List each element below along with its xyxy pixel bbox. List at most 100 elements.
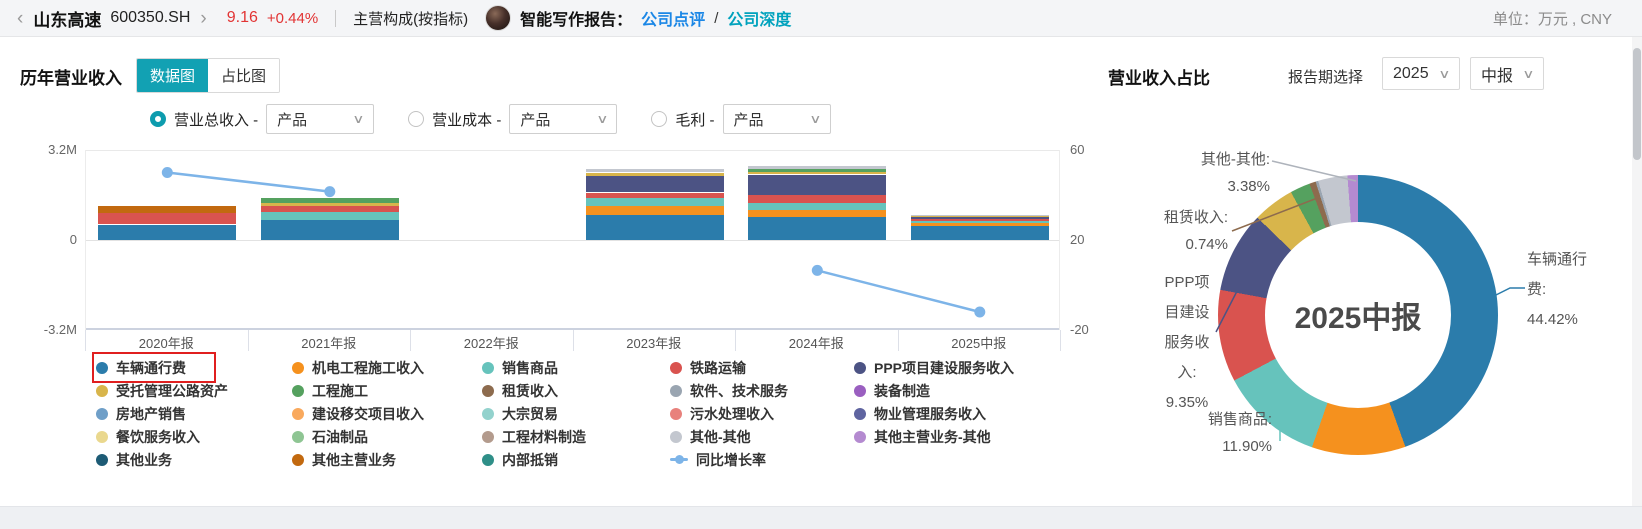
legend-item-机电工程施工收入[interactable]: 机电工程施工收入 (292, 356, 482, 379)
callout-goods-sales: 销售商品: 11.90% (1162, 406, 1272, 460)
period-select[interactable]: 中报 ∨ (1470, 57, 1544, 90)
legend-label: 租赁收入 (502, 382, 558, 399)
legend-label: 物业管理服务收入 (874, 405, 986, 422)
legend-item-污水处理收入[interactable]: 污水处理收入 (670, 402, 854, 425)
radio-total-revenue[interactable] (150, 111, 166, 127)
right-panel-title: 营业收入占比 (1108, 69, 1210, 88)
x-axis-tick (897, 330, 899, 351)
callout-rental-income: 租赁收入: 0.74% (1132, 204, 1228, 258)
top-bar: ‹ 山东高速 600350.SH › 9.16 +0.44% 主营构成(按指标)… (0, 0, 1642, 37)
callout-value: 44.42% (1527, 311, 1578, 328)
legend-dot (96, 361, 108, 374)
legend-dot (292, 361, 304, 374)
legend-dot (854, 384, 866, 397)
left-panel-title: 历年营业收入 (20, 69, 122, 88)
legend-item-装备制造[interactable]: 装备制造 (854, 379, 1070, 402)
callout-vehicle-toll: 车辆通行费: 44.42% (1527, 245, 1591, 335)
legend-dot (96, 430, 108, 443)
legend-item-石油制品[interactable]: 石油制品 (292, 425, 482, 448)
legend-item-受托管理公路资产[interactable]: 受托管理公路资产 (96, 379, 292, 402)
legend-item-车辆通行费[interactable]: 车辆通行费 (92, 352, 216, 383)
forward-chevron-icon[interactable]: › (199, 9, 207, 28)
back-chevron-icon[interactable]: ‹ (16, 9, 24, 28)
revenue-bar-chart (85, 150, 1060, 330)
callout-label: 其他-其他: (1200, 151, 1270, 168)
legend-label: 污水处理收入 (690, 405, 774, 422)
legend-item-其他主营业务[interactable]: 其他主营业务 (292, 448, 482, 471)
legend-dot (292, 453, 304, 466)
bottom-strip (0, 506, 1642, 529)
x-axis-tick (85, 330, 86, 351)
x-axis-label: 2023年报 (626, 336, 682, 351)
legend-item-其他-其他[interactable]: 其他-其他 (670, 425, 854, 448)
year-select[interactable]: 2025 ∨ (1382, 57, 1460, 90)
legend-item-同比增长率[interactable]: 同比增长率 (670, 448, 854, 471)
gross-profit-dimension-select[interactable]: 产品 ∨ (722, 104, 831, 134)
scrollbar-thumb[interactable] (1633, 48, 1641, 160)
legend-label: 铁路运输 (690, 359, 746, 376)
legend-dot (670, 407, 682, 420)
x-axis-tick (572, 330, 574, 351)
tab-data-chart[interactable]: 数据图 (137, 59, 209, 92)
x-axis-label: 2021年报 (301, 336, 357, 351)
legend-item-销售商品[interactable]: 销售商品 (482, 356, 670, 379)
main-window: ‹ 山东高速 600350.SH › 9.16 +0.44% 主营构成(按指标)… (0, 0, 1642, 529)
legend-dot (854, 430, 866, 443)
control-total-revenue: 营业总收入 - 产品 ∨ (150, 104, 375, 134)
legend-label: 大宗贸易 (502, 405, 558, 422)
chevron-down-icon: ∨ (808, 112, 822, 126)
legend-item-房地产销售[interactable]: 房地产销售 (96, 402, 292, 425)
chart-legend: 车辆通行费受托管理公路资产 房地产销售餐饮服务收入其他业务 机电工程施工收入 工程施工… (92, 352, 1070, 471)
stock-price: 9.16 (226, 9, 258, 26)
y-axis-right-tick: -20 (1070, 322, 1089, 337)
legend-label: 餐饮服务收入 (116, 428, 200, 445)
tab-share-chart[interactable]: 占比图 (208, 59, 280, 92)
x-axis-label: 2024年报 (788, 336, 844, 351)
legend-item-PPP项目建设服务收入[interactable]: PPP项目建设服务收入 (854, 356, 1070, 379)
legend-label: 车辆通行费 (116, 359, 186, 376)
line-point (324, 186, 336, 198)
callout-other-other: 其他-其他: 3.38% (1155, 146, 1270, 200)
select-value: 中报 (1481, 67, 1514, 85)
legend-label: 内部抵销 (502, 451, 558, 468)
legend-item-软件、技术服务[interactable]: 软件、技术服务 (670, 379, 854, 402)
report-label: 智能写作报告： (520, 12, 633, 29)
legend-label: 其他主营业务 (312, 451, 396, 468)
legend-label: 石油制品 (312, 428, 368, 445)
callout-label: PPP项目建设服务收入: (1164, 274, 1210, 381)
legend-item-其他主营业务-其他[interactable]: 其他主营业务-其他 (854, 425, 1070, 448)
legend-dot (670, 361, 682, 374)
legend-item-餐饮服务收入[interactable]: 餐饮服务收入 (96, 425, 292, 448)
select-value: 产品 (733, 111, 764, 129)
unit-label: 单位：万元 , CNY (1492, 10, 1612, 28)
total-revenue-dimension-select[interactable]: 产品 ∨ (266, 104, 375, 134)
chevron-down-icon: ∨ (1438, 66, 1451, 81)
legend-item-建设移交项目收入[interactable]: 建设移交项目收入 (292, 402, 482, 425)
legend-label: 受托管理公路资产 (116, 382, 228, 399)
legend-dot (482, 407, 494, 420)
radio-label: 营业总收入 - (174, 111, 259, 129)
legend-item-其他业务[interactable]: 其他业务 (96, 448, 292, 471)
legend-item-大宗贸易[interactable]: 大宗贸易 (482, 402, 670, 425)
link-company-depth[interactable]: 公司深度 (727, 6, 791, 30)
link-company-review[interactable]: 公司点评 (641, 6, 705, 30)
stock-change-pct: +0.44% (266, 9, 319, 27)
stock-code: 600350.SH (110, 9, 191, 26)
legend-item-物业管理服务收入[interactable]: 物业管理服务收入 (854, 402, 1070, 425)
y-axis-right-tick: 20 (1070, 232, 1085, 247)
x-axis-tick (410, 330, 411, 351)
radio-gross-profit[interactable] (651, 111, 668, 127)
radio-operating-cost[interactable] (408, 111, 425, 127)
legend-item-工程施工[interactable]: 工程施工 (292, 379, 482, 402)
legend-item-内部抵销[interactable]: 内部抵销 (482, 448, 670, 471)
legend-item-铁路运输[interactable]: 铁路运输 (670, 356, 854, 379)
radio-label: 营业成本 - (432, 111, 502, 129)
radio-label: 毛利 - (675, 111, 715, 129)
legend-item-工程材料制造[interactable]: 工程材料制造 (482, 425, 670, 448)
legend-label: 房地产销售 (116, 405, 186, 422)
operating-cost-dimension-select[interactable]: 产品 ∨ (509, 104, 618, 134)
chevron-down-icon: ∨ (595, 112, 609, 126)
legend-dot (482, 453, 494, 466)
legend-item-租赁收入[interactable]: 租赁收入 (482, 379, 670, 402)
x-axis-label: 2025中报 (951, 336, 1007, 351)
